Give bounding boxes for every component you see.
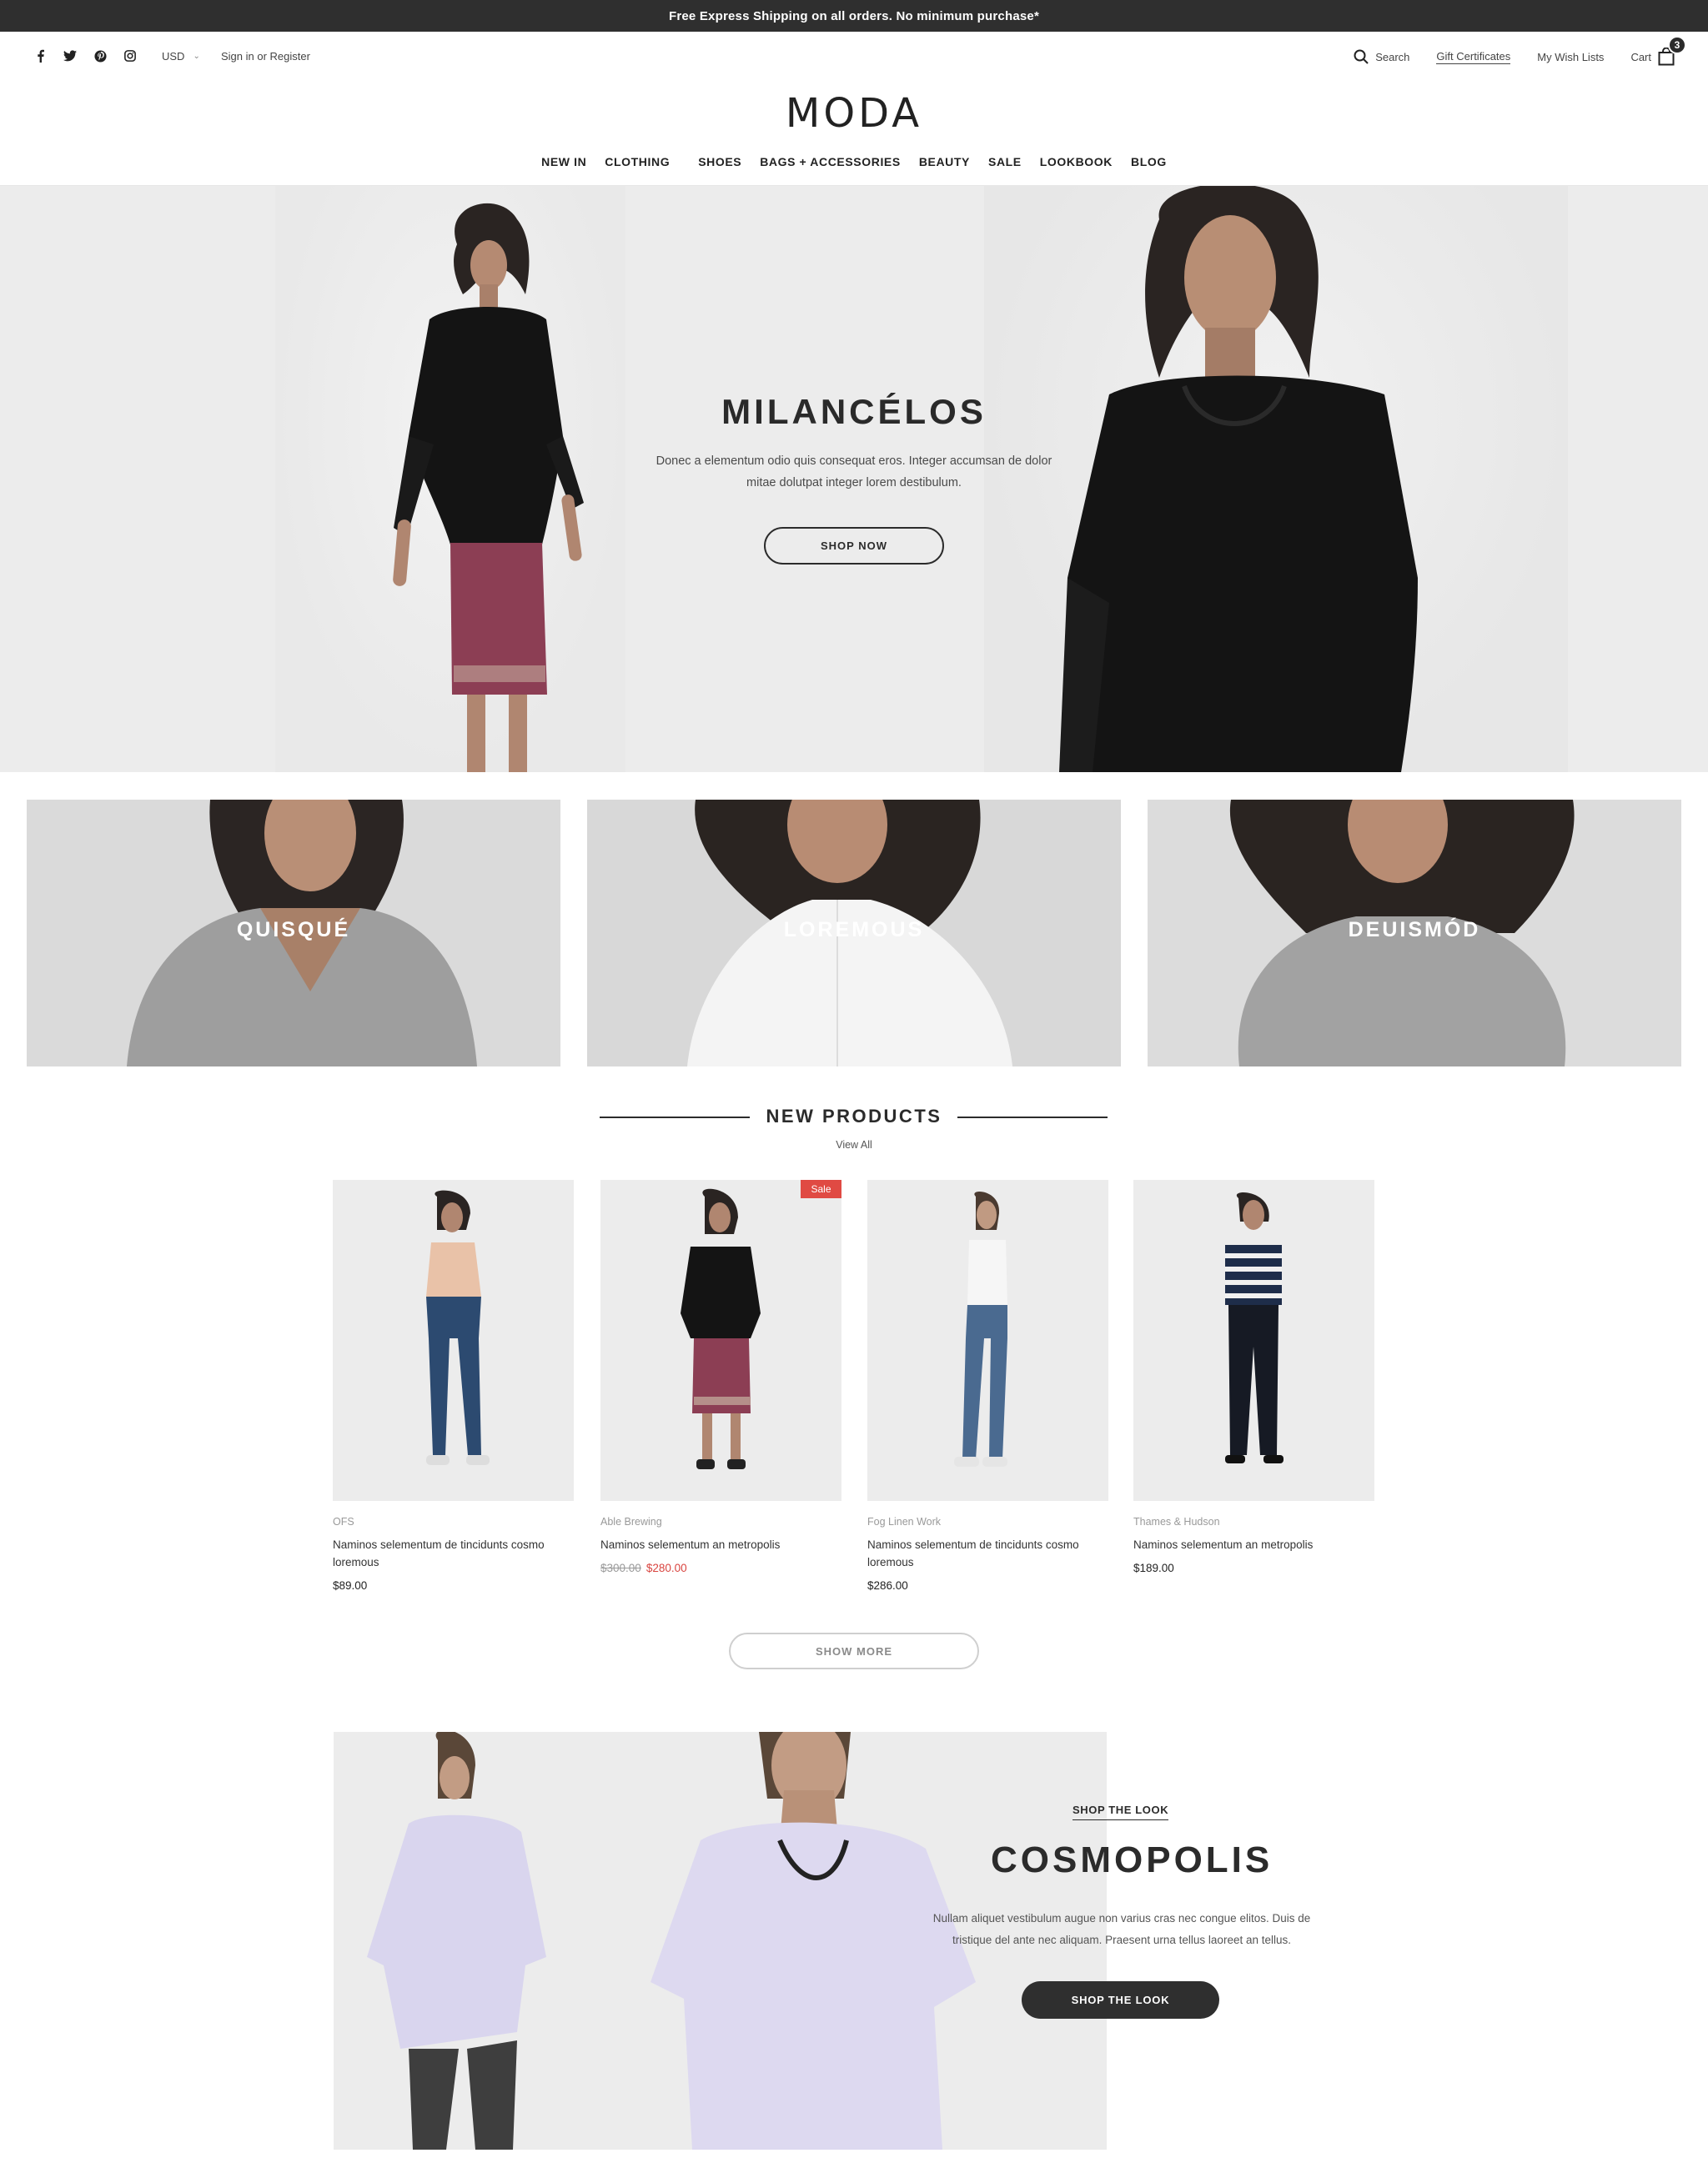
price-sale: $280.00	[646, 1562, 687, 1574]
facebook-icon[interactable]	[33, 48, 47, 63]
shop-now-button[interactable]: SHOP NOW	[764, 527, 944, 565]
nav-blog[interactable]: BLOG	[1131, 155, 1167, 168]
utility-bar: USD ⌄ Sign in or Register Search Gift Ce…	[0, 32, 1708, 82]
hero-subtitle: Donec a elementum odio quis consequat er…	[656, 454, 1052, 489]
product-brand: OFS	[333, 1516, 354, 1528]
category-label: LOREMOUS	[783, 918, 925, 941]
product-card[interactable]: OFS Naminos selementum de tincidunts cos…	[333, 1180, 574, 1592]
shopping-bag-icon: 3	[1658, 36, 1686, 66]
nav-sale[interactable]: SALE	[988, 155, 1022, 168]
nav-clothing[interactable]: CLOTHING	[605, 155, 670, 168]
category-label: DEUISMÓD	[1348, 918, 1481, 941]
announcement-bar: Free Express Shipping on all orders. No …	[0, 0, 1708, 32]
main-nav: NEW IN CLOTHING SHOES BAGS + ACCESSORIES…	[0, 155, 1708, 168]
chevron-down-icon: ⌄	[193, 52, 200, 61]
price-original: $300.00	[600, 1562, 641, 1574]
search-label: Search	[1375, 50, 1410, 63]
new-products-title: NEW PRODUCTS	[766, 1106, 942, 1127]
nav-shoes[interactable]: SHOES	[698, 155, 741, 168]
product-price: $189.00	[1133, 1562, 1374, 1574]
product-price: $300.00 $280.00	[600, 1562, 841, 1574]
product-photo	[681, 1188, 761, 1469]
cart-button[interactable]: Cart 3	[1630, 36, 1686, 66]
signin-link[interactable]: Sign in or Register	[221, 50, 310, 63]
sale-badge: Sale	[801, 1180, 841, 1198]
search-button[interactable]: Search	[1354, 49, 1409, 64]
nav-new-in[interactable]: NEW IN	[541, 155, 586, 168]
announcement-text: Free Express Shipping on all orders. No …	[668, 8, 1039, 23]
utility-right: Search Gift Certificates My Wish Lists C…	[1354, 36, 1686, 68]
product-name[interactable]: Naminos selementum de tincidunts cosmo l…	[333, 1536, 574, 1571]
nav-bags-accessories[interactable]: BAGS + ACCESSORIES	[760, 155, 901, 168]
price-current: $286.00	[867, 1579, 908, 1592]
cart-label: Cart	[1630, 50, 1651, 63]
product-price: $89.00	[333, 1579, 574, 1592]
product-card[interactable]: Sale Able Brewing Naminos selementum an …	[600, 1180, 841, 1574]
product-card[interactable]: Thames & Hudson Naminos selementum an me…	[1133, 1180, 1374, 1574]
social-links	[33, 48, 137, 63]
price-current: $89.00	[333, 1579, 368, 1592]
product-name[interactable]: Naminos selementum an metropolis	[600, 1536, 841, 1553]
hero-model-right-image	[1059, 186, 1418, 772]
product-image[interactable]	[1133, 1180, 1374, 1501]
product-brand: Thames & Hudson	[1133, 1516, 1220, 1528]
currency-value: USD	[162, 50, 185, 63]
view-all-link[interactable]: View All	[0, 1139, 1708, 1151]
product-price: $286.00	[867, 1579, 1108, 1592]
look-subtitle: Nullam aliquet vestibulum augue non vari…	[932, 1912, 1311, 1946]
product-image[interactable]	[867, 1180, 1108, 1501]
category-tile-quisque[interactable]: QUISQUÉ	[27, 800, 560, 1066]
shop-the-look-tag[interactable]: SHOP THE LOOK	[1073, 1804, 1169, 1820]
currency-selector[interactable]: USD ⌄	[162, 50, 200, 63]
site-logo[interactable]: MODA	[0, 90, 1708, 137]
product-brand: Fog Linen Work	[867, 1516, 942, 1528]
pinterest-icon[interactable]	[93, 48, 107, 63]
search-icon	[1354, 49, 1369, 64]
product-photo	[426, 1190, 490, 1465]
shop-the-look-button[interactable]: SHOP THE LOOK	[1022, 1981, 1219, 2019]
instagram-icon[interactable]	[123, 48, 137, 63]
category-label: QUISQUÉ	[236, 918, 351, 941]
product-name[interactable]: Naminos selementum an metropolis	[1133, 1536, 1374, 1553]
show-more-button[interactable]: SHOW MORE	[729, 1633, 979, 1669]
product-photo	[954, 1192, 1007, 1467]
category-tile-loremous[interactable]: LOREMOUS	[587, 800, 1121, 1066]
category-tile-deuismod[interactable]: DEUISMÓD	[1148, 800, 1681, 1066]
look-title: COSMOPOLIS	[991, 1839, 1273, 1880]
nav-beauty[interactable]: BEAUTY	[919, 155, 970, 168]
hero-title: MILANCÉLOS	[721, 392, 987, 431]
product-card[interactable]: Fog Linen Work Naminos selementum de tin…	[867, 1180, 1108, 1592]
hero-model-left-image	[393, 203, 584, 772]
wishlist-link[interactable]: My Wish Lists	[1537, 51, 1604, 63]
product-photo	[1225, 1192, 1284, 1463]
product-brand: Able Brewing	[600, 1516, 662, 1528]
nav-lookbook[interactable]: LOOKBOOK	[1040, 155, 1113, 168]
gift-certificates-link[interactable]: Gift Certificates	[1436, 50, 1511, 64]
product-image[interactable]: Sale	[600, 1180, 841, 1501]
price-current: $189.00	[1133, 1562, 1174, 1574]
product-image[interactable]	[333, 1180, 574, 1501]
product-name[interactable]: Naminos selementum de tincidunts cosmo l…	[867, 1536, 1108, 1571]
hero-banner: MILANCÉLOS Donec a elementum odio quis c…	[0, 186, 1708, 772]
twitter-icon[interactable]	[63, 48, 77, 63]
cart-count-badge: 3	[1668, 36, 1686, 54]
